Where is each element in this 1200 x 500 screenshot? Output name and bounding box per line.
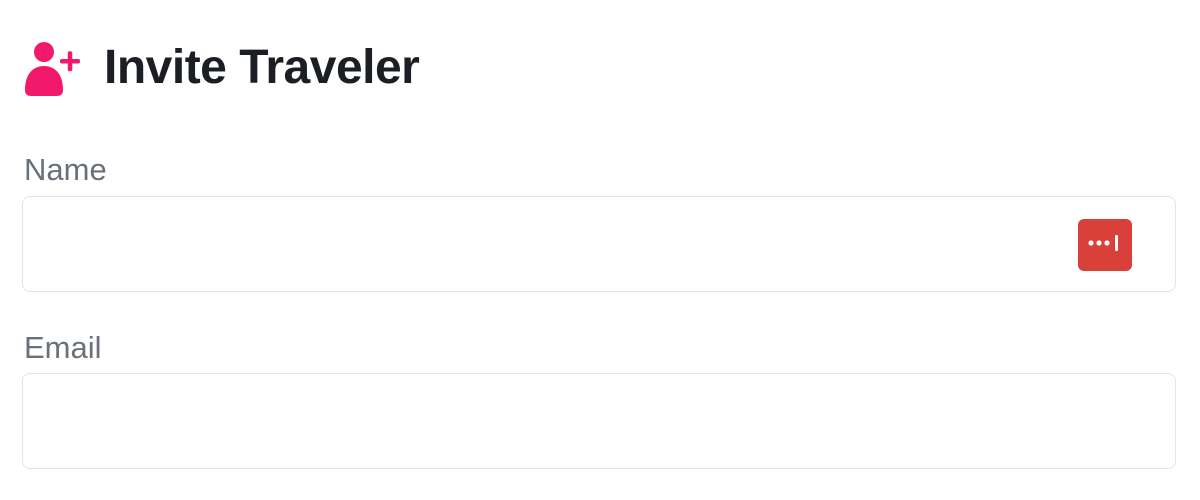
invite-header: Invite Traveler	[24, 36, 420, 100]
password-manager-icon	[1085, 233, 1125, 258]
page-title: Invite Traveler	[104, 41, 420, 94]
invite-traveler-panel: Invite Traveler Name Email	[0, 0, 1200, 500]
email-field-container	[22, 373, 1176, 469]
name-field-container	[22, 196, 1176, 292]
name-input[interactable]	[23, 197, 1175, 291]
name-label: Name	[24, 152, 107, 187]
password-manager-button[interactable]	[1078, 219, 1132, 271]
user-plus-icon	[24, 40, 82, 96]
email-label: Email	[24, 330, 102, 365]
email-input[interactable]	[23, 374, 1175, 468]
